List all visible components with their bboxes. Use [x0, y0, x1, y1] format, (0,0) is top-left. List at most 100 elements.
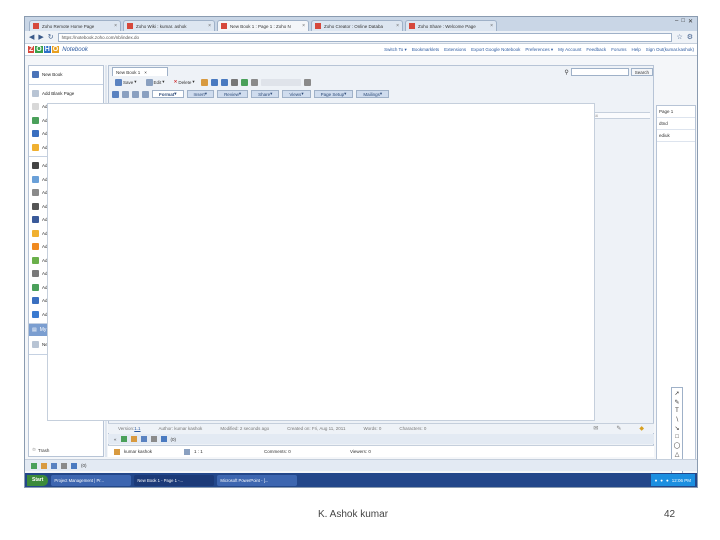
url-input[interactable]: https://notebook.zoho.com/nb/index.do	[57, 32, 673, 42]
taskbar-item[interactable]: Project Management | Pr...	[51, 474, 132, 486]
menu-share[interactable]: Share ▾	[251, 90, 280, 98]
back-icon[interactable]: ◀	[29, 33, 34, 41]
ellipse-icon[interactable]: ◯	[674, 442, 681, 449]
tab-close-icon[interactable]: ×	[144, 70, 147, 75]
menu-review[interactable]: Review ▾	[217, 90, 249, 98]
forward-icon[interactable]: ▶	[38, 33, 43, 41]
tray-icon-3[interactable]: ●	[666, 478, 669, 483]
books-icon: ▤	[32, 327, 37, 333]
sidebar-item-icon	[32, 189, 39, 197]
browser-tab[interactable]: Zoho Creator : Online Databa ×	[311, 20, 403, 31]
top-nav-link[interactable]: Extensions	[444, 47, 466, 53]
right-panel-item[interactable]: ediuk	[657, 130, 695, 142]
bottom-person-icon[interactable]	[71, 462, 77, 469]
rectangle-icon[interactable]: □	[675, 434, 679, 440]
bottom-count-badge: (0)	[81, 463, 87, 468]
clock[interactable]: 12:06 PM	[672, 478, 691, 483]
pencil-icon[interactable]: ✎	[674, 399, 679, 406]
brush-icon[interactable]	[200, 78, 208, 86]
star-icon[interactable]: ☆	[676, 33, 682, 41]
taskbar-item[interactable]: New Book 1 - Page 1 -...	[134, 474, 215, 486]
menu-views[interactable]: Views ▾	[282, 90, 311, 98]
right-panel-item[interactable]: Page 1	[657, 106, 695, 118]
sidebar-item-icon	[32, 243, 39, 251]
top-nav-link[interactable]: Switch To ▾	[384, 47, 407, 53]
arrow-icon[interactable]: ↘	[674, 425, 679, 432]
tab-close-icon[interactable]: ×	[490, 23, 493, 29]
close-icon[interactable]: ✕	[688, 18, 693, 25]
shape-icon[interactable]: △	[675, 451, 680, 458]
page-icon[interactable]	[112, 90, 119, 98]
tab-close-icon[interactable]: ×	[208, 23, 211, 29]
frame-icon[interactable]	[142, 90, 149, 98]
user-icon[interactable]	[130, 436, 137, 442]
book-tab[interactable]: New Book 1 ×	[112, 67, 168, 76]
tab-close-icon[interactable]: ×	[114, 23, 117, 29]
menu-mailings[interactable]: Mailings ▾	[356, 90, 390, 98]
menu-insert[interactable]: Insert ▾	[186, 90, 215, 98]
start-button[interactable]: Start	[27, 474, 49, 486]
reload-icon[interactable]: ↻	[48, 33, 54, 41]
top-nav-link[interactable]: Bookmarklets	[412, 47, 439, 53]
print-icon[interactable]	[230, 78, 238, 86]
browser-tab[interactable]: New Book 1 : Page 1 : Zoho N ×	[217, 20, 309, 31]
person-icon[interactable]	[160, 436, 167, 442]
tag-icon[interactable]: ◆	[639, 425, 644, 432]
top-nav-link[interactable]: Preferences ▾	[525, 47, 553, 53]
pages-icon[interactable]	[122, 90, 129, 98]
chevron-down-icon: ▾	[379, 91, 383, 96]
sidebar-item-icon	[32, 130, 39, 138]
tray-icon-2[interactable]: ●	[660, 478, 663, 483]
top-nav-link[interactable]: Export Google Notebook	[471, 47, 520, 53]
line-icon[interactable]: ∖	[675, 416, 679, 423]
top-nav-link[interactable]: Forums	[611, 47, 626, 53]
link-icon[interactable]	[250, 78, 258, 86]
wrench-icon[interactable]: ⚙	[687, 33, 693, 41]
top-nav-link[interactable]: Help	[631, 47, 640, 53]
settings-icon[interactable]	[303, 78, 311, 86]
lock-icon[interactable]	[150, 436, 157, 442]
version-link[interactable]: 1.1	[134, 426, 140, 431]
bottom-people-icon[interactable]	[51, 462, 57, 469]
text-tool-icon[interactable]: T	[675, 408, 679, 414]
undo-icon[interactable]	[210, 78, 218, 86]
document-page[interactable]	[47, 103, 595, 421]
menu-page-setup[interactable]: Page Setup ▾	[313, 90, 354, 98]
sheet-icon[interactable]	[120, 436, 127, 442]
sidebar-item[interactable]: Add Blank Page	[32, 87, 100, 101]
tab-close-icon[interactable]: ×	[396, 23, 399, 29]
bottom-lock-icon[interactable]	[61, 462, 67, 469]
collapse-icon[interactable]: «	[114, 437, 117, 442]
menu-label: Mailings	[363, 91, 380, 97]
menu-format[interactable]: Format ▾	[152, 90, 184, 98]
browser-tab[interactable]: Zoho Share : Welcome Page ×	[405, 20, 497, 31]
minimize-icon[interactable]: –	[675, 18, 678, 25]
comment-icon[interactable]: ✉	[593, 425, 598, 432]
edit-note-icon[interactable]: ✎	[616, 425, 621, 432]
browser-tab[interactable]: Zoho Wiki : kumar. ashok ×	[123, 20, 215, 31]
top-nav-link[interactable]: Feedback	[586, 47, 606, 53]
search-button[interactable]: Search	[630, 68, 653, 76]
browser-tab[interactable]: Zoho Remote Home Page ×	[29, 20, 121, 31]
share-icon[interactable]	[240, 78, 248, 86]
collaboration-info: kumar kashok 1 : 1 Comments: 0 Viewers: …	[108, 445, 654, 457]
layout-icon[interactable]	[132, 90, 139, 98]
tab-close-icon[interactable]: ×	[302, 23, 305, 29]
search-input[interactable]	[570, 68, 629, 76]
top-nav-link[interactable]: Sign Out(kumar.kashok)	[646, 47, 694, 53]
edit-button[interactable]: Edit ▾	[143, 78, 168, 86]
maximize-icon[interactable]: □	[681, 18, 685, 25]
tray-icon-1[interactable]: ●	[655, 478, 658, 483]
redo-icon[interactable]	[220, 78, 228, 86]
sidebar-item[interactable]: New Book	[32, 68, 100, 82]
trash-item[interactable]: ♲ Trash	[32, 447, 49, 453]
top-nav-link[interactable]: My Account	[558, 47, 581, 53]
delete-button[interactable]: ✕ Delete ▾	[171, 78, 198, 86]
taskbar-item[interactable]: Microsoft PowerPoint - [...	[217, 474, 298, 486]
save-button[interactable]: Save ▾	[112, 78, 140, 86]
people-icon[interactable]	[140, 436, 147, 442]
pointer-icon[interactable]: ➚	[674, 390, 679, 397]
right-panel-item[interactable]: dtnd	[657, 118, 695, 130]
bottom-sheet-icon[interactable]	[31, 462, 37, 469]
bottom-user-icon[interactable]	[41, 462, 47, 469]
